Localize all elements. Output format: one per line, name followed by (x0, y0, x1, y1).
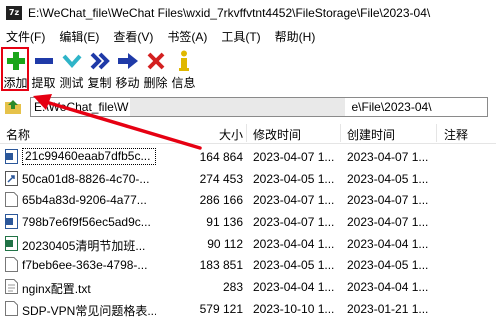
file-list: 21c99460eaab7dfb5c... 164 864 2023-04-07… (0, 146, 496, 320)
col-created[interactable]: 创建时间 (347, 126, 395, 143)
col-divider[interactable] (436, 124, 437, 142)
file-size: 91 136 (206, 215, 243, 230)
file-created: 2023-04-04 1... (347, 236, 429, 251)
info-label: 信息 (171, 76, 196, 90)
arrow-right-icon (117, 50, 139, 72)
menu-file[interactable]: 文件(F) (0, 28, 52, 45)
file-name: 21c99460eaab7dfb5c... (22, 148, 156, 165)
table-row[interactable]: 50ca01d8-8826-4c70-... 274 453 2023-04-0… (0, 168, 496, 190)
address-bar: E:\WeChat_file\W e\File\2023-04\ (0, 95, 496, 119)
move-label: 移动 (115, 76, 140, 90)
file-modified: 2023-04-05 1... (253, 258, 335, 273)
extract-button[interactable]: 提取 (30, 47, 57, 91)
app-icon: 7z (6, 6, 22, 20)
title-bar: 7z E:\WeChat_file\WeChat Files\wxid_7rkv… (0, 0, 496, 26)
test-button[interactable]: 测试 (58, 47, 85, 91)
col-modified[interactable]: 修改时间 (253, 126, 301, 143)
menu-edit[interactable]: 编辑(E) (52, 28, 106, 45)
copy-button[interactable]: 复制 (86, 47, 113, 91)
file-name: SDP-VPN常见问题格表... (22, 303, 156, 318)
file-size: 283 (222, 280, 243, 295)
file-created: 2023-04-07 1... (347, 215, 429, 230)
file-icon (5, 257, 18, 273)
check-chevron-icon (61, 50, 83, 72)
col-size[interactable]: 大小 (219, 126, 243, 143)
file-modified: 2023-04-07 1... (253, 215, 335, 230)
file-created: 2023-04-05 1... (347, 171, 429, 186)
file-name: nginx配置.txt (22, 282, 91, 297)
add-button-highlight (1, 47, 29, 91)
menu-help[interactable]: 帮助(H) (268, 28, 323, 45)
copy-label: 复制 (87, 76, 112, 90)
col-comment[interactable]: 注释 (444, 126, 468, 143)
delete-label: 删除 (143, 76, 168, 90)
word-icon (5, 149, 18, 164)
table-row[interactable]: f7beb6ee-363e-4798-... 183 851 2023-04-0… (0, 254, 496, 276)
menu-view[interactable]: 查看(V) (106, 28, 160, 45)
up-folder-icon (5, 100, 21, 114)
file-size: 90 112 (207, 236, 243, 251)
col-divider[interactable] (340, 124, 341, 142)
column-header: 名称 大小 修改时间 创建时间 注释 (0, 122, 496, 144)
move-button[interactable]: 移动 (114, 47, 141, 91)
up-folder-button[interactable] (2, 96, 24, 118)
file-size: 183 851 (199, 258, 243, 273)
shortcut-icon (5, 170, 18, 186)
file-size: 286 166 (199, 193, 243, 208)
file-icon (5, 300, 18, 316)
table-row[interactable]: SDP-VPN常见问题格表... 579 121 2023-10-10 1...… (0, 298, 496, 320)
text-icon (5, 279, 18, 295)
file-name: 20230405清明节加班... (22, 238, 146, 253)
file-modified: 2023-04-05 1... (253, 171, 335, 186)
file-created: 2023-04-07 1... (347, 150, 429, 164)
file-name: f7beb6ee-363e-4798-... (22, 258, 148, 273)
file-modified: 2023-10-10 1... (253, 301, 335, 316)
table-row[interactable]: 65b4a83d-9206-4a77... 286 166 2023-04-07… (0, 189, 496, 211)
extract-label: 提取 (31, 76, 56, 90)
file-size: 274 453 (199, 171, 243, 186)
col-name[interactable]: 名称 (6, 126, 30, 143)
window-title: E:\WeChat_file\WeChat Files\wxid_7rkvffv… (28, 6, 431, 20)
path-redacted (130, 98, 346, 116)
info-icon (173, 50, 195, 72)
word-icon (5, 214, 18, 230)
path-start: E:\WeChat_file\W (34, 100, 129, 114)
file-created: 2023-04-05 1... (347, 258, 429, 273)
file-size: 164 864 (199, 150, 243, 164)
menu-tools[interactable]: 工具(T) (214, 28, 267, 45)
test-label: 测试 (59, 76, 84, 90)
toolbar: 添加 提取 测试 复制 移动 删除 信息 (0, 47, 496, 93)
col-divider[interactable] (246, 124, 247, 142)
file-icon (5, 192, 18, 208)
file-modified: 2023-04-07 1... (253, 150, 335, 164)
double-arrow-icon (89, 50, 111, 72)
file-modified: 2023-04-04 1... (253, 280, 335, 295)
path-input[interactable]: E:\WeChat_file\W e\File\2023-04\ (30, 97, 488, 117)
file-created: 2023-04-07 1... (347, 193, 429, 208)
delete-button[interactable]: 删除 (142, 47, 169, 91)
excel-icon (5, 235, 18, 251)
file-created: 2023-01-21 1... (347, 301, 429, 316)
table-row[interactable]: nginx配置.txt 283 2023-04-04 1... 2023-04-… (0, 276, 496, 298)
minus-icon (33, 50, 55, 72)
table-row[interactable]: 20230405清明节加班... 90 112 2023-04-04 1... … (0, 233, 496, 255)
file-name: 50ca01d8-8826-4c70-... (22, 171, 150, 186)
table-row[interactable]: 21c99460eaab7dfb5c... 164 864 2023-04-07… (0, 146, 496, 168)
table-row[interactable]: 798b7e6f9f56ec5ad9c... 91 136 2023-04-07… (0, 211, 496, 233)
file-name: 65b4a83d-9206-4a77... (22, 193, 147, 208)
x-icon (145, 50, 167, 72)
file-created: 2023-04-04 1... (347, 280, 429, 295)
file-size: 579 121 (199, 301, 243, 316)
file-name: 798b7e6f9f56ec5ad9c... (22, 215, 151, 230)
file-modified: 2023-04-07 1... (253, 193, 335, 208)
file-modified: 2023-04-04 1... (253, 236, 335, 251)
menu-bookmarks[interactable]: 书签(A) (160, 28, 214, 45)
menu-bar: 文件(F) 编辑(E) 查看(V) 书签(A) 工具(T) 帮助(H) (0, 26, 496, 46)
path-end: e\File\2023-04\ (351, 100, 432, 114)
info-button[interactable]: 信息 (170, 47, 197, 91)
